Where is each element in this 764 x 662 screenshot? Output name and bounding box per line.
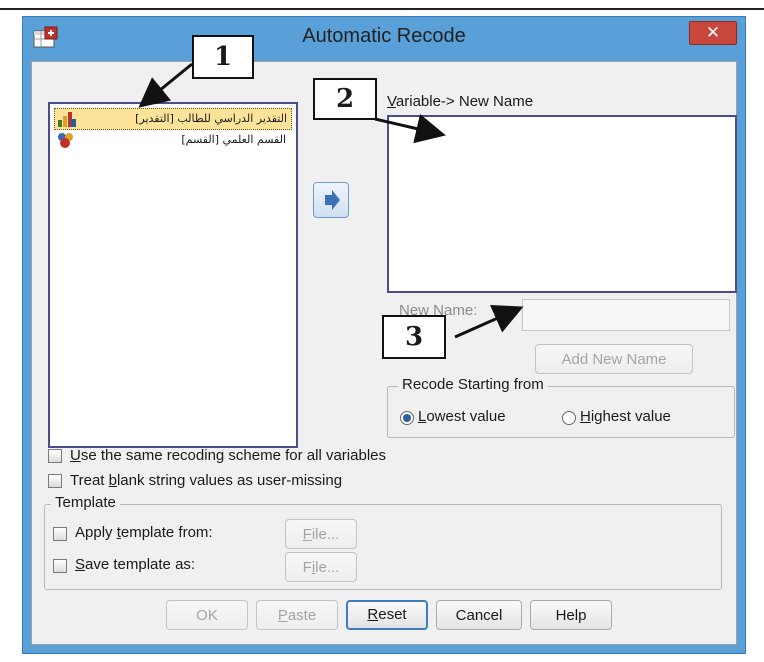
callout-1: 1 — [192, 35, 254, 79]
arrow-1 — [138, 62, 193, 108]
callout-3: 3 — [382, 315, 446, 359]
arrow-2 — [374, 113, 446, 144]
callout-2: 2 — [313, 78, 377, 120]
arrow-3 — [454, 305, 524, 339]
